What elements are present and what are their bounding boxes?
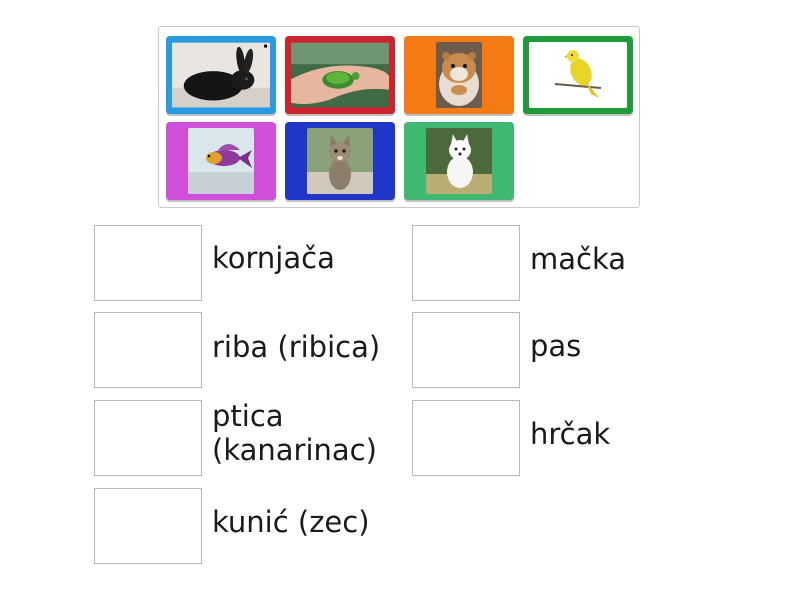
drop-slot-kunic[interactable] [94, 488, 202, 564]
drop-slot-macka[interactable] [412, 225, 520, 301]
target-label-hrcak: hrčak [530, 417, 611, 451]
target-label-ptica: ptica (kanarinac) [212, 399, 377, 467]
drop-slot-hrcak[interactable] [412, 400, 520, 476]
canary-image [529, 42, 627, 108]
target-label-kornjaca: kornjača [212, 241, 335, 275]
rabbit-image [172, 42, 270, 108]
tile-dog[interactable] [404, 122, 514, 200]
tile-cat[interactable] [285, 122, 395, 200]
dog-image [426, 128, 492, 194]
target-label-macka: mačka [530, 242, 627, 276]
cat-image [307, 128, 373, 194]
target-label-pas: pas [530, 329, 582, 363]
tile-tray [158, 26, 640, 208]
target-label-riba: riba (ribica) [212, 330, 381, 364]
tile-fish[interactable] [166, 122, 276, 200]
drop-slot-riba[interactable] [94, 312, 202, 388]
drop-slot-kornjaca[interactable] [94, 225, 202, 301]
tile-rabbit[interactable] [166, 36, 276, 114]
tile-turtle[interactable] [285, 36, 395, 114]
turtle-image [291, 42, 389, 108]
tile-canary[interactable] [523, 36, 633, 114]
hamster-image [436, 42, 482, 108]
target-label-kunic: kunić (zec) [212, 505, 370, 539]
drop-slot-ptica[interactable] [94, 400, 202, 476]
fish-image [188, 128, 254, 194]
drop-slot-pas[interactable] [412, 312, 520, 388]
tile-hamster[interactable] [404, 36, 514, 114]
